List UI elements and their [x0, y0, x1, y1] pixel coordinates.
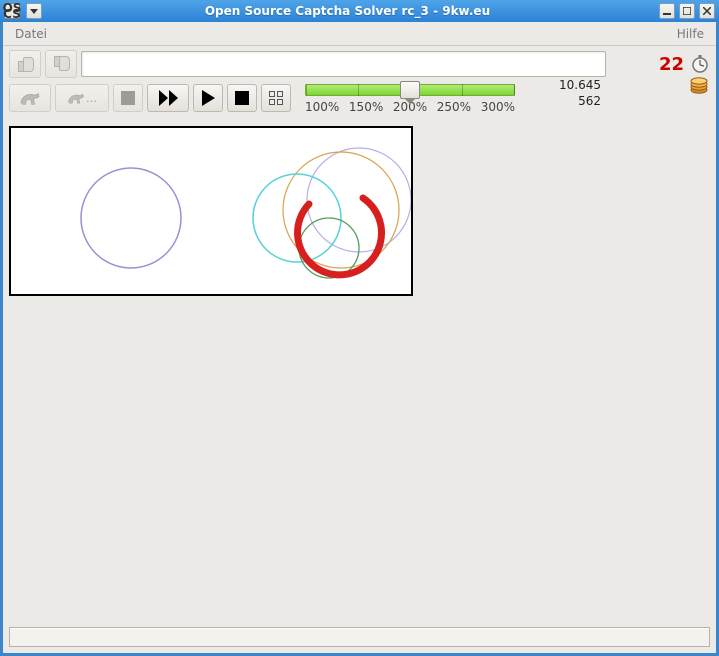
app-icon-bot: CS [3, 11, 21, 17]
right-stats: 22 [610, 54, 710, 75]
horse-ellipsis-icon [67, 89, 85, 107]
zoom-thumb[interactable] [400, 81, 420, 99]
maximize-button[interactable] [679, 3, 695, 19]
menu-help[interactable]: Hilfe [671, 24, 710, 44]
stop-gray-icon [121, 91, 135, 105]
coins-icon [688, 74, 710, 96]
zoom-track[interactable] [305, 84, 515, 96]
control-buttons: … [9, 84, 291, 112]
menu-file[interactable]: Datei [9, 24, 53, 44]
queue-value: 562 [578, 94, 601, 108]
skip-more-button[interactable]: … [55, 84, 109, 112]
captcha-area [3, 120, 716, 302]
thumbs-down-button[interactable] [45, 50, 77, 78]
play-icon [202, 90, 215, 106]
titlebar: OS CS Open Source Captcha Solver rc_3 - … [0, 0, 719, 22]
zoom-label-4: 300% [481, 100, 515, 114]
fast-forward-button[interactable] [147, 84, 189, 112]
settings-button[interactable] [261, 84, 291, 112]
captcha-answer-input[interactable] [81, 51, 606, 77]
sliders-icon [269, 91, 283, 105]
minimize-button[interactable] [659, 3, 675, 19]
stop-button[interactable] [227, 84, 257, 112]
balance-value: 10.645 [559, 78, 601, 92]
credit-stats: 10.645 562 [519, 78, 629, 108]
window-frame: Datei Hilfe 22 [0, 22, 719, 656]
close-button[interactable] [699, 3, 715, 19]
stop-black-icon [235, 91, 249, 105]
status-bar [9, 627, 710, 647]
zoom-label-0: 100% [305, 100, 339, 114]
window-controls [659, 3, 715, 19]
app-icon: OS CS [4, 3, 20, 19]
close-icon [703, 7, 711, 15]
toolbar-row-2: … [3, 82, 716, 120]
maximize-icon [683, 7, 691, 15]
stop-gray-button[interactable] [113, 84, 143, 112]
countdown-value: 22 [659, 54, 684, 75]
thumbs-up-icon [18, 56, 32, 72]
window-menu-button[interactable] [26, 3, 42, 19]
thumbs-up-button[interactable] [9, 50, 41, 78]
fast-forward-icon [159, 90, 178, 106]
window-menu-icon [30, 9, 38, 14]
thumbs-down-icon [54, 56, 68, 72]
toolbar-row-1: 22 [3, 46, 716, 82]
stopwatch-icon [690, 54, 710, 74]
window-title: Open Source Captcha Solver rc_3 - 9kw.eu [42, 4, 653, 18]
zoom-label-1: 150% [349, 100, 383, 114]
play-button[interactable] [193, 84, 223, 112]
skip-button[interactable] [9, 84, 51, 112]
zoom-label-3: 250% [437, 100, 471, 114]
menubar: Datei Hilfe [3, 22, 716, 46]
minimize-icon [663, 7, 671, 15]
captcha-image[interactable] [9, 126, 413, 296]
horse-icon [19, 89, 41, 107]
zoom-slider[interactable]: 100% 150% 200% 250% 300% [305, 84, 515, 114]
